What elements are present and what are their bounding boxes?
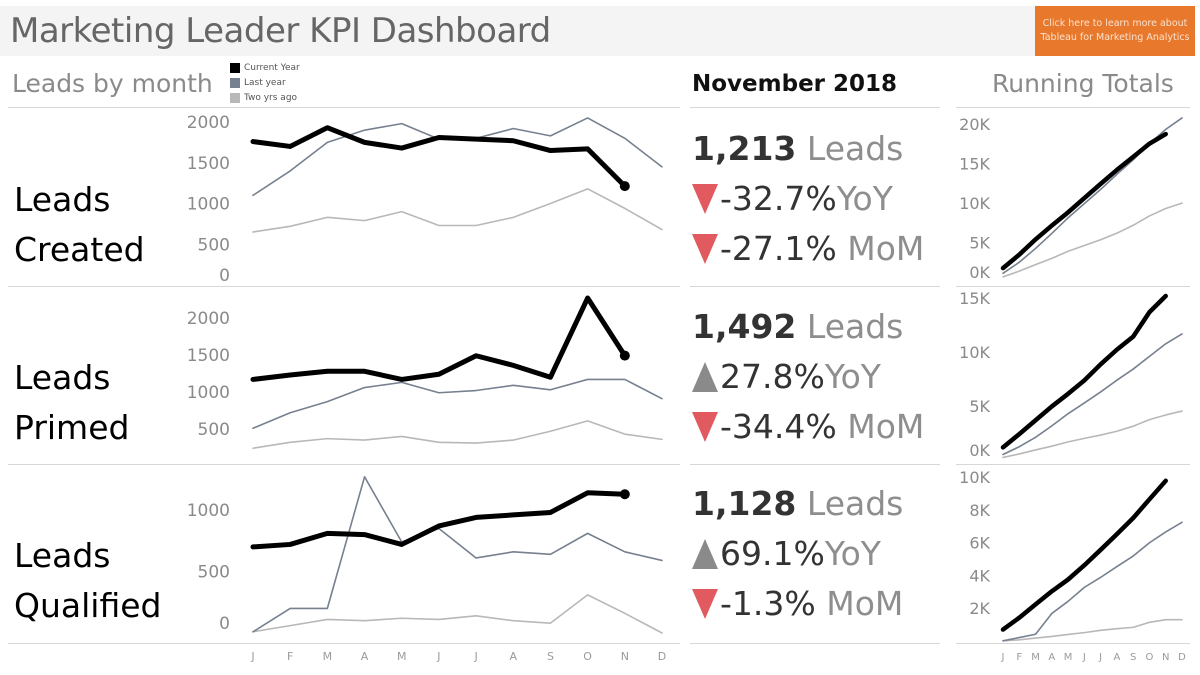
series-line-current-year[interactable] bbox=[1000, 131, 1168, 271]
x-tick-label: J bbox=[1098, 652, 1102, 663]
y-tick-label: 0K bbox=[969, 263, 990, 282]
x-tick-label: D bbox=[1178, 652, 1186, 663]
x-tick-label: J bbox=[1082, 652, 1086, 663]
y-tick-label: 8K bbox=[969, 501, 990, 520]
series-line-two-yrs-ago[interactable] bbox=[1002, 618, 1183, 642]
x-tick-label: O bbox=[583, 650, 592, 663]
y-tick-label: 1500 bbox=[187, 346, 230, 366]
x-tick-label: J bbox=[436, 650, 440, 663]
x-tick-label: D bbox=[658, 650, 666, 663]
x-tick-label: N bbox=[1162, 652, 1169, 663]
series-line-last-year[interactable] bbox=[1002, 521, 1183, 642]
leads-qualified-chart: 0 500 1000 J F M A M J J A S O N D bbox=[187, 475, 666, 663]
y-tick-label: 5K bbox=[969, 234, 990, 253]
y-tick-label: 10K bbox=[959, 194, 990, 213]
x-tick-label: N bbox=[621, 650, 629, 663]
series-line-last-year[interactable] bbox=[252, 117, 663, 197]
y-tick-label: 500 bbox=[198, 235, 230, 255]
y-tick-label: 1000 bbox=[187, 383, 230, 403]
x-tick-label: J bbox=[1001, 652, 1005, 663]
y-tick-label: 1000 bbox=[187, 501, 230, 521]
x-tick-label: S bbox=[547, 650, 554, 663]
y-tick-label: 2000 bbox=[187, 309, 230, 329]
x-tick-label: S bbox=[1130, 652, 1136, 663]
series-line-two-yrs-ago[interactable] bbox=[252, 188, 663, 233]
qualified-running-total-chart: 2K4K6K8K10KJ F M A M J J A S O N D bbox=[959, 468, 1186, 663]
leads-created-chart: 0 500 1000 1500 2000 bbox=[187, 113, 663, 286]
y-tick-label: 2000 bbox=[187, 113, 230, 133]
created-running-total-chart: 0K 5K 10K 15K 20K bbox=[959, 115, 1183, 282]
y-tick-label: 5K bbox=[969, 397, 990, 416]
x-tick-label: M bbox=[1064, 652, 1073, 663]
series-line-two-yrs-ago[interactable] bbox=[252, 594, 663, 634]
current-month-marker[interactable] bbox=[619, 350, 630, 361]
x-tick-label: M bbox=[397, 650, 407, 663]
y-tick-label: 1500 bbox=[187, 154, 230, 174]
y-tick-label: 6K bbox=[969, 534, 990, 553]
series-line-current-year[interactable] bbox=[250, 295, 628, 382]
y-tick-label: 15K bbox=[959, 155, 990, 174]
y-tick-label: 0 bbox=[219, 266, 230, 286]
x-tick-label: M bbox=[1031, 652, 1040, 663]
series-line-current-year[interactable] bbox=[250, 490, 628, 550]
y-tick-label: 4K bbox=[969, 566, 990, 585]
series-line-current-year[interactable] bbox=[1000, 478, 1168, 632]
series-line-two-yrs-ago[interactable] bbox=[1002, 410, 1183, 459]
y-tick-label: 10K bbox=[959, 468, 990, 487]
charts-layer: 0 500 1000 1500 2000 500 1000 1500 2000 0 500 1000 J… bbox=[187, 113, 1186, 663]
series-line-two-yrs-ago[interactable] bbox=[1002, 202, 1183, 278]
x-tick-label: O bbox=[1146, 652, 1154, 663]
x-tick-label: M bbox=[323, 650, 333, 663]
current-month-marker[interactable] bbox=[619, 181, 630, 192]
primed-running-total-chart: 0K 5K 10K 15K bbox=[959, 289, 1183, 460]
y-tick-label: 10K bbox=[959, 343, 990, 362]
x-tick-label: A bbox=[1113, 652, 1120, 663]
y-tick-label: 15K bbox=[959, 289, 990, 308]
series-line-last-year[interactable] bbox=[252, 475, 663, 633]
series-line-two-yrs-ago[interactable] bbox=[252, 420, 663, 450]
y-tick-label: 2K bbox=[969, 599, 990, 618]
y-tick-label: 0K bbox=[969, 441, 990, 460]
y-tick-label: 1000 bbox=[187, 195, 230, 215]
current-month-marker[interactable] bbox=[619, 489, 630, 500]
x-tick-label: J bbox=[473, 650, 477, 663]
x-tick-label: A bbox=[1048, 652, 1055, 663]
y-tick-label: 20K bbox=[959, 115, 990, 134]
series-line-last-year[interactable] bbox=[252, 378, 663, 430]
x-tick-label: A bbox=[510, 650, 518, 663]
leads-primed-chart: 500 1000 1500 2000 bbox=[187, 295, 663, 450]
series-line-current-year[interactable] bbox=[1000, 293, 1168, 450]
y-tick-label: 0 bbox=[219, 614, 230, 634]
x-tick-label: J bbox=[250, 650, 254, 663]
y-tick-label: 500 bbox=[198, 420, 230, 440]
y-tick-label: 500 bbox=[198, 563, 230, 583]
x-tick-label: F bbox=[287, 650, 293, 663]
x-tick-label: F bbox=[1016, 652, 1022, 663]
x-tick-label: A bbox=[361, 650, 369, 663]
